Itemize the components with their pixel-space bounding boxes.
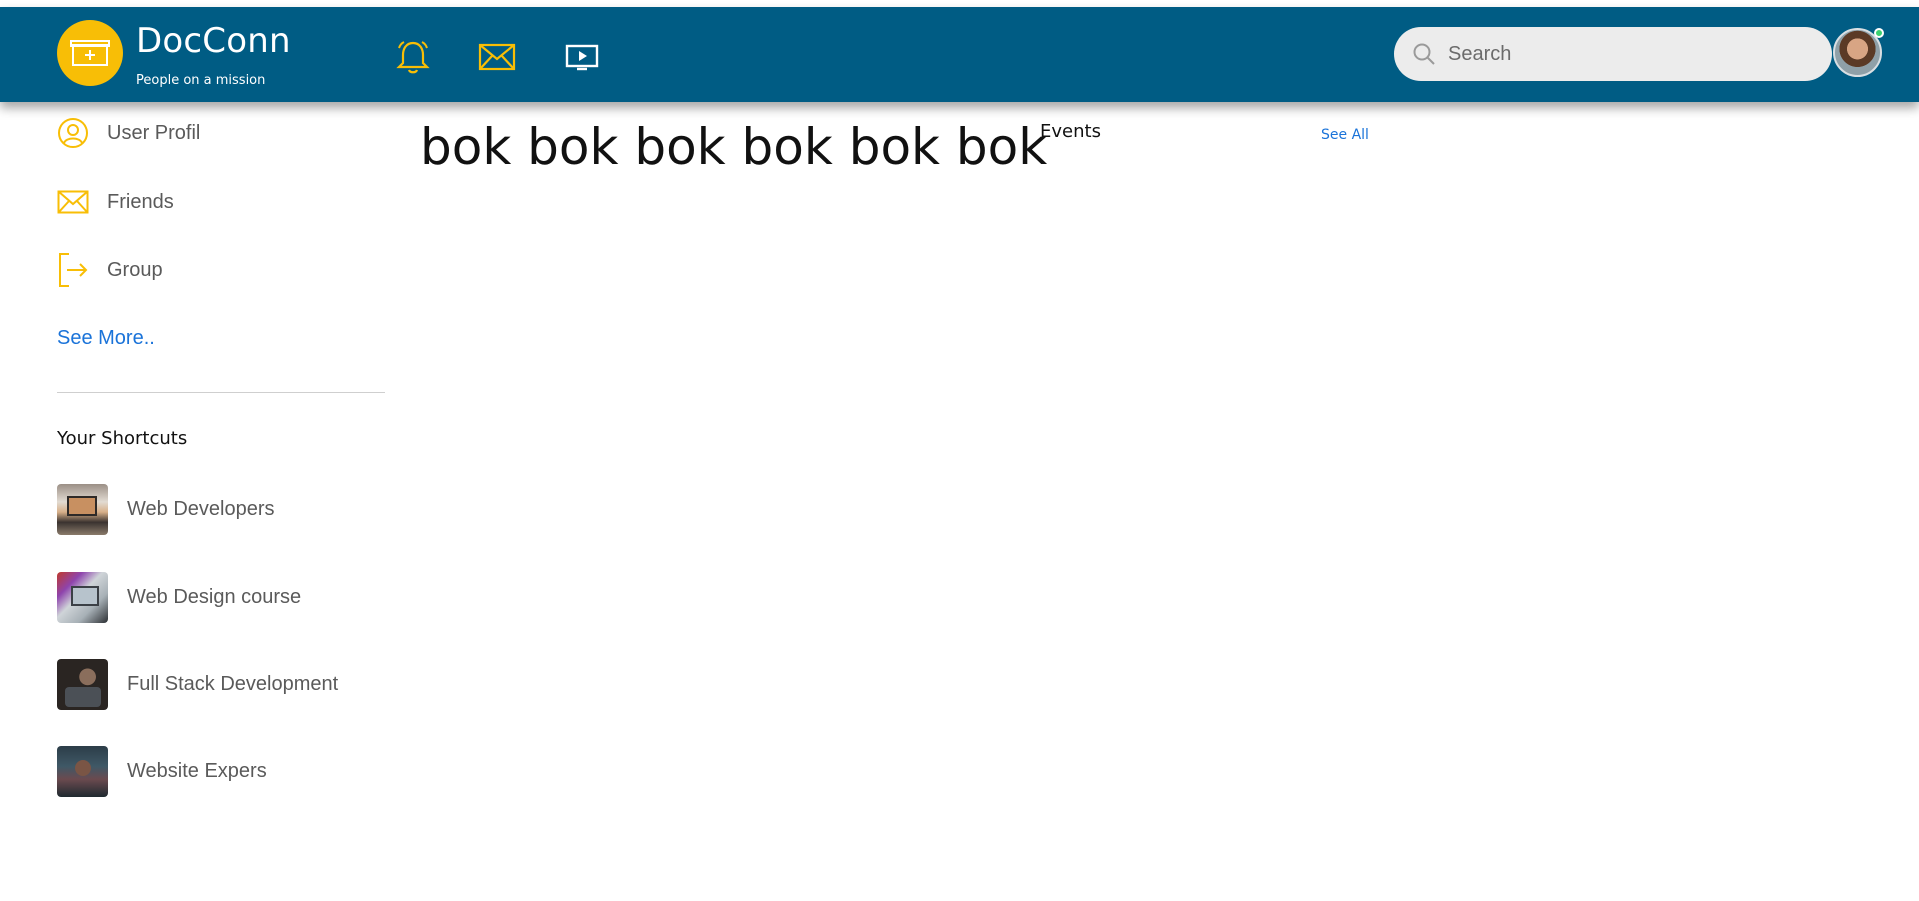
search-bar[interactable] [1394,27,1832,81]
see-all-link[interactable]: See All [1321,127,1369,143]
brand-tagline: People on a mission [136,73,266,88]
sidebar-item-label: User Profil [107,121,201,144]
see-more-link[interactable]: See More.. [57,327,155,350]
shortcut-thumbnail [57,659,108,710]
shortcuts-heading: Your Shortcuts [57,428,188,449]
bell-icon [396,41,430,74]
notifications-button[interactable] [393,37,433,77]
sidebar-item-user-profil[interactable]: User Profil [57,117,200,149]
watch-button[interactable] [562,37,602,77]
shortcut-label: Web Developers [127,498,275,520]
user-icon [57,117,89,149]
shortcut-thumbnail [57,484,108,535]
shortcut-thumbnail [57,572,108,623]
search-input[interactable] [1446,41,1806,67]
page-headline: bok bok bok bok bok bok [420,118,1048,176]
sidebar-item-group[interactable]: Group [57,253,163,287]
envelope-icon [478,43,516,71]
brand-name[interactable]: DocConn [136,21,291,61]
messages-button[interactable] [477,37,517,77]
shortcut-full-stack-development[interactable]: Full Stack Development [57,659,338,710]
shortcut-web-developers[interactable]: Web Developers [57,484,274,535]
logo[interactable] [57,20,123,86]
shortcut-label: Full Stack Development [127,673,339,695]
sidebar-item-label: Friends [107,190,174,213]
search-icon [1413,43,1435,65]
top-navbar: DocConn People on a mission [0,7,1919,102]
events-heading: Events [1040,121,1101,142]
sidebar-item-label: Group [107,258,163,281]
shortcut-label: Web Design course [127,586,302,608]
sidebar-divider [57,392,385,393]
online-status-dot [1874,28,1884,38]
video-play-icon [565,44,599,71]
envelope-icon [57,186,89,218]
sidebar-item-friends[interactable]: Friends [57,186,174,218]
medical-kit-icon [70,40,110,66]
logout-icon [57,253,89,287]
shortcut-thumbnail [57,746,108,797]
shortcut-website-expers[interactable]: Website Expers [57,746,267,797]
shortcut-label: Website Expers [127,760,267,782]
shortcut-web-design-course[interactable]: Web Design course [57,572,301,623]
